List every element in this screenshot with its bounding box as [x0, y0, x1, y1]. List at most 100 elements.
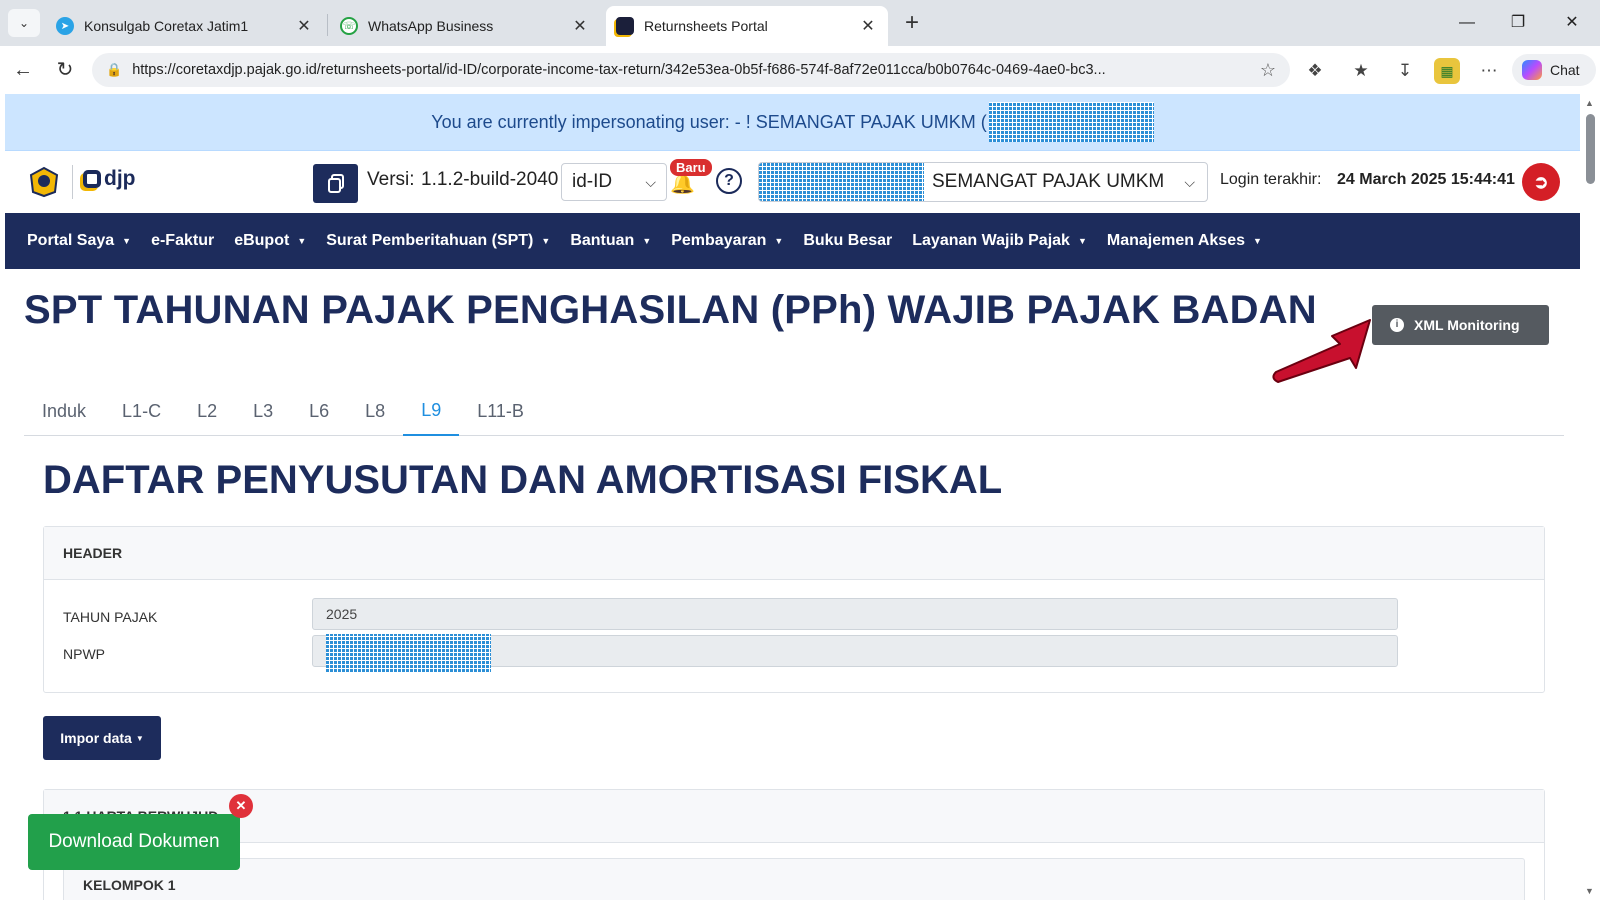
impersonation-text: You are currently impersonating user: - … [431, 111, 987, 132]
djp-logo[interactable]: djp [83, 167, 136, 191]
calculator-extension-icon[interactable]: ▦ [1434, 58, 1460, 84]
restore-button[interactable]: ❐ [1503, 10, 1533, 36]
copilot-chat-button[interactable]: Chat [1512, 54, 1596, 86]
scrollbar-thumb[interactable] [1586, 114, 1595, 184]
xml-monitoring-label: XML Monitoring [1414, 317, 1520, 333]
caret-down-icon: ▼ [774, 236, 784, 246]
nav-portal-saya[interactable]: Portal Saya ▼ [27, 232, 131, 250]
reload-button[interactable]: ↻ [51, 56, 79, 84]
address-bar[interactable]: 🔒 https://coretaxdjp.pajak.go.id/returns… [92, 53, 1290, 87]
back-button[interactable]: ← [9, 56, 37, 84]
redacted-npwp [326, 634, 491, 672]
npwp-field [312, 634, 1398, 672]
copy-icon [327, 173, 344, 193]
tab-strip: ⌄ ➤ Konsulgab Coretax Jatim1 ✕ ☏ WhatsAp… [0, 0, 1600, 46]
web-page: You are currently impersonating user: - … [5, 94, 1580, 900]
whatsapp-icon: ☏ [340, 17, 358, 35]
nav-spt[interactable]: Surat Pemberitahuan (SPT) ▼ [326, 232, 550, 250]
tab-l11-b[interactable]: L11-B [459, 386, 542, 436]
browser-tab-returnsheets[interactable]: Returnsheets Portal ✕ [606, 6, 888, 46]
last-login-label: Login terakhir: [1220, 171, 1322, 188]
kemenkeu-emblem-icon [29, 166, 59, 198]
nav-label: Surat Pemberitahuan (SPT) [326, 232, 534, 249]
nav-label: Manajemen Akses [1106, 232, 1245, 249]
copy-button[interactable] [313, 164, 358, 203]
red-arrow-annotation-icon [1272, 319, 1371, 383]
impor-data-label: Impor data [60, 730, 132, 746]
chevron-down-icon: ⌵ [645, 173, 656, 190]
nav-label: Buku Besar [803, 232, 893, 249]
versi-label: Versi: [367, 169, 415, 190]
language-select[interactable]: id-ID ⌵ [561, 163, 667, 201]
nav-label: e-Faktur [151, 232, 215, 249]
logout-button[interactable]: ➲ [1522, 163, 1560, 201]
download-dokumen-label: Download Dokumen [48, 831, 220, 852]
impor-data-button[interactable]: Impor data ▼ [43, 716, 161, 760]
tab-list-button[interactable]: ⌄ [8, 9, 40, 37]
close-icon[interactable]: ✕ [858, 16, 878, 36]
tab-l6[interactable]: L6 [291, 386, 347, 436]
help-icon[interactable]: ? [716, 168, 742, 194]
tab-l1-c[interactable]: L1-C [104, 386, 179, 436]
xml-monitoring-button[interactable]: i XML Monitoring [1372, 305, 1549, 345]
caret-down-icon: ▼ [1077, 236, 1087, 246]
nav-pembayaran[interactable]: Pembayaran ▼ [671, 232, 783, 250]
redacted-npwp [988, 102, 1154, 142]
browser-tab-whatsapp[interactable]: ☏ WhatsApp Business ✕ [330, 6, 600, 46]
nav-label: Bantuan [570, 232, 635, 249]
header-card-title: HEADER [44, 527, 1544, 580]
nav-bantuan[interactable]: Bantuan ▼ [570, 232, 651, 250]
minimize-button[interactable]: — [1452, 10, 1482, 36]
nav-label: Layanan Wajib Pajak [912, 232, 1070, 249]
favorites-icon[interactable]: ★ [1348, 58, 1374, 84]
browser-tab-konsulgab[interactable]: ➤ Konsulgab Coretax Jatim1 ✕ [46, 6, 324, 46]
chat-label: Chat [1550, 62, 1580, 78]
nav-layanan-wajib-pajak[interactable]: Layanan Wajib Pajak ▼ [912, 232, 1087, 250]
download-dokumen-button[interactable]: Download Dokumen [28, 814, 240, 870]
tab-l3[interactable]: L3 [235, 386, 291, 436]
window-close-button[interactable]: ✕ [1557, 10, 1587, 36]
tab-l2[interactable]: L2 [179, 386, 235, 436]
nav-e-faktur[interactable]: e-Faktur [151, 232, 214, 250]
scroll-up-icon[interactable]: ▲ [1585, 98, 1594, 108]
nav-manajemen-akses[interactable]: Manajemen Akses ▼ [1107, 232, 1262, 250]
close-icon[interactable]: ✕ [570, 16, 590, 36]
header-card: HEADER TAHUN PAJAK 2025 NPWP [43, 526, 1545, 693]
tab-title: Konsulgab Coretax Jatim1 [84, 18, 249, 34]
versi-value: 1.1.2-build-2040 [421, 169, 559, 190]
djp-logo-text: djp [104, 167, 136, 190]
close-icon[interactable]: ✕ [229, 794, 253, 818]
tab-separator [327, 14, 328, 36]
favorite-star-icon[interactable]: ☆ [1260, 60, 1276, 81]
last-login-value: 24 March 2025 15:44:41 [1337, 171, 1515, 188]
caret-down-icon: ▼ [297, 236, 307, 246]
tab-l9[interactable]: L9 [403, 386, 460, 436]
downloads-icon[interactable]: ↧ [1392, 58, 1418, 84]
djp-logo-mark [83, 170, 101, 188]
telegram-icon: ➤ [56, 17, 74, 35]
extensions-icon[interactable]: ❖ [1302, 58, 1328, 84]
new-badge: Baru [670, 159, 712, 176]
portal-icon [616, 17, 634, 35]
chevron-down-icon: ⌄ [18, 16, 30, 30]
new-tab-button[interactable]: + [898, 10, 926, 38]
caret-down-icon: ▼ [122, 236, 132, 246]
page-scrollbar[interactable]: ▲ ▼ [1580, 94, 1600, 900]
taxpayer-name: SEMANGAT PAJAK UMKM [932, 171, 1165, 192]
nav-ebupot[interactable]: eBupot ▼ [234, 232, 306, 250]
url-text: https://coretaxdjp.pajak.go.id/returnshe… [132, 62, 1106, 78]
tahun-pajak-label: TAHUN PAJAK [63, 609, 158, 625]
page-title: SPT TAHUNAN PAJAK PENGHASILAN (PPh) WAJI… [24, 288, 1317, 332]
taxpayer-select[interactable]: SEMANGAT PAJAK UMKM ⌵ [758, 162, 1208, 202]
tab-induk[interactable]: Induk [24, 386, 104, 436]
chevron-down-icon: ⌵ [1184, 173, 1195, 190]
redacted-npwp [759, 163, 924, 201]
nav-label: Portal Saya [27, 232, 115, 249]
tab-l8[interactable]: L8 [347, 386, 403, 436]
nav-buku-besar[interactable]: Buku Besar [803, 232, 892, 250]
close-icon[interactable]: ✕ [294, 16, 314, 36]
more-menu-icon[interactable]: ⋯ [1476, 58, 1502, 84]
nav-label: Pembayaran [671, 232, 767, 249]
site-info-icon[interactable]: 🔒 [106, 62, 122, 78]
scroll-down-icon[interactable]: ▼ [1585, 886, 1594, 896]
